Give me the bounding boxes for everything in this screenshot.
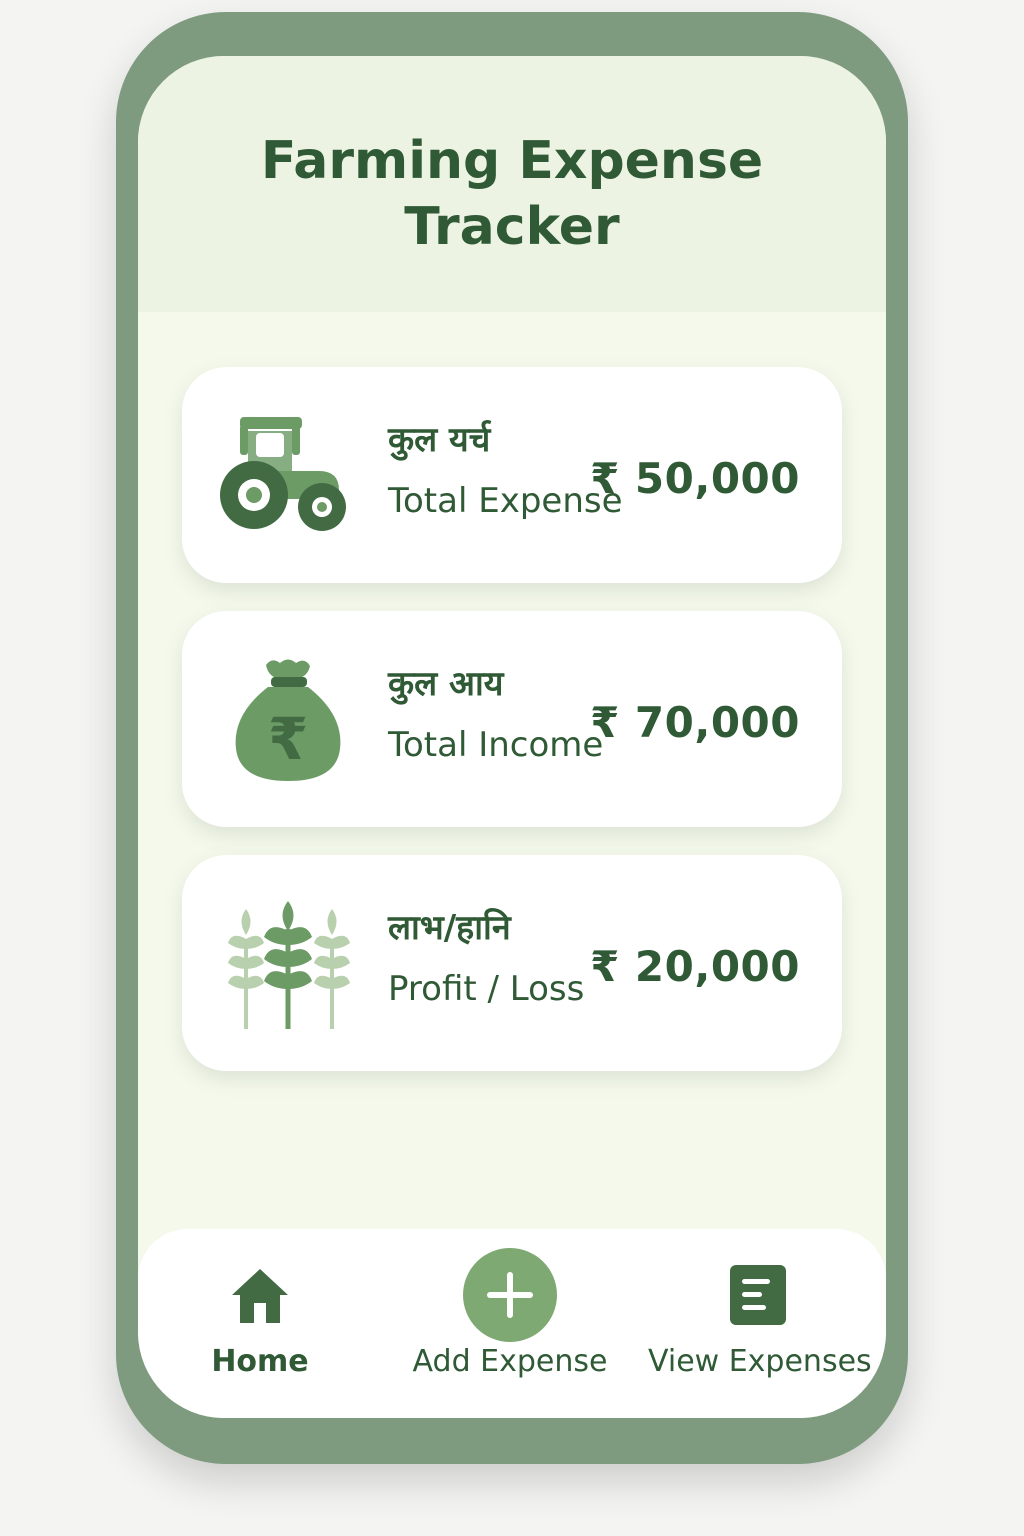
bottom-navigation: Home Add Expense View Expenses <box>138 1229 886 1418</box>
nav-view-expenses-label: View Expenses <box>648 1344 872 1379</box>
svg-text:₹: ₹ <box>268 705 308 773</box>
page-title-line-2: Tracker <box>404 197 620 257</box>
page-title-line-1: Farming Expense <box>260 131 764 191</box>
wheat-icon <box>218 901 358 1031</box>
app-header: Farming Expense Tracker <box>138 56 886 312</box>
page-title: Farming Expense Tracker <box>138 128 886 260</box>
nav-add-expense-label: Add Expense <box>412 1344 608 1379</box>
total-expense-card[interactable]: कुल यर्च Total Expense ₹ 50,000 <box>182 367 842 583</box>
phone-frame: Farming Expense Tracker कुल यर्च Total E… <box>116 12 908 1464</box>
amount-value: ₹ 70,000 <box>590 698 800 747</box>
amount-value: ₹ 50,000 <box>590 454 800 503</box>
app-screen: Farming Expense Tracker कुल यर्च Total E… <box>138 56 886 1418</box>
money-bag-icon: ₹ <box>218 657 358 787</box>
nav-add-expense[interactable]: Add Expense <box>400 1247 620 1397</box>
tractor-icon <box>218 413 358 543</box>
nav-home-label: Home <box>211 1344 309 1379</box>
plus-icon <box>463 1248 557 1342</box>
nav-home[interactable]: Home <box>150 1247 370 1397</box>
nav-view-expenses[interactable]: View Expenses <box>648 1247 872 1397</box>
profit-loss-card[interactable]: लाभ/हानि Profit / Loss ₹ 20,000 <box>182 855 842 1071</box>
total-income-card[interactable]: ₹ कुल आय Total Income ₹ 70,000 <box>182 611 842 827</box>
home-icon <box>232 1269 288 1323</box>
amount-value: ₹ 20,000 <box>590 942 800 991</box>
document-list-icon <box>730 1265 786 1325</box>
